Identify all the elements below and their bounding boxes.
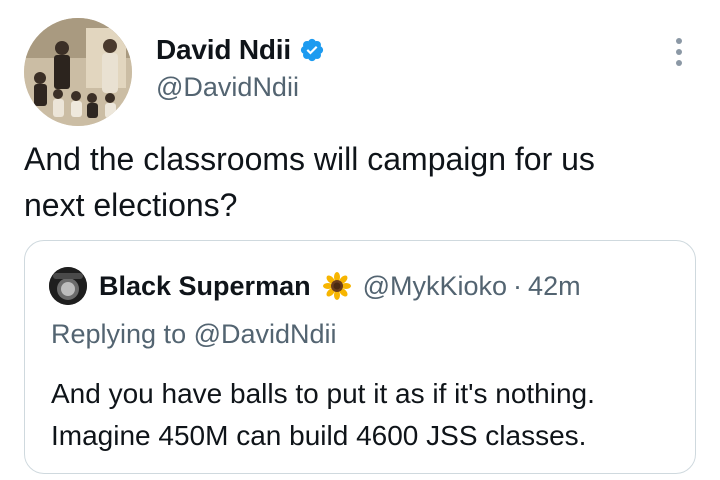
author-handle[interactable]: @DavidNdii [156,72,299,103]
author-name[interactable]: David Ndii [156,34,325,66]
verified-badge-icon[interactable] [299,37,325,63]
quote-text-line: And you have balls to put it as if it's … [51,378,595,409]
more-dot [676,38,682,44]
sunflower-emoji-icon [322,272,351,300]
tweet-text-line: And the classrooms will campaign for us [24,141,595,177]
author-avatar[interactable] [24,18,132,126]
tweet-text: And the classrooms will campaign for us … [24,136,704,228]
quote-author-avatar[interactable] [49,267,87,305]
author-name-text[interactable]: David Ndii [156,34,291,66]
tweet-text-line: next elections? [24,187,238,223]
quote-author-name[interactable]: Black Superman [99,269,311,303]
quote-header: Black Superman @MykKioko · 42m [99,269,581,303]
quote-separator: · [513,271,523,301]
quote-timestamp[interactable]: 42m [528,269,581,303]
replying-to: Replying to @DavidNdii [51,317,337,351]
tweet: David Ndii @DavidNdii And the classrooms… [0,0,720,480]
quote-text: And you have balls to put it as if it's … [51,373,687,457]
replying-to-handle[interactable]: @DavidNdii [194,319,337,349]
replying-prefix: Replying to [51,319,194,349]
quote-author-handle[interactable]: @MykKioko [363,269,507,303]
quoted-tweet-card[interactable]: Black Superman @MykKioko · 42m Replying … [24,240,696,474]
more-dot [676,60,682,66]
more-options-icon[interactable] [664,34,694,70]
quote-text-line: Imagine 450M can build 4600 JSS classes. [51,420,587,451]
more-dot [676,49,682,55]
